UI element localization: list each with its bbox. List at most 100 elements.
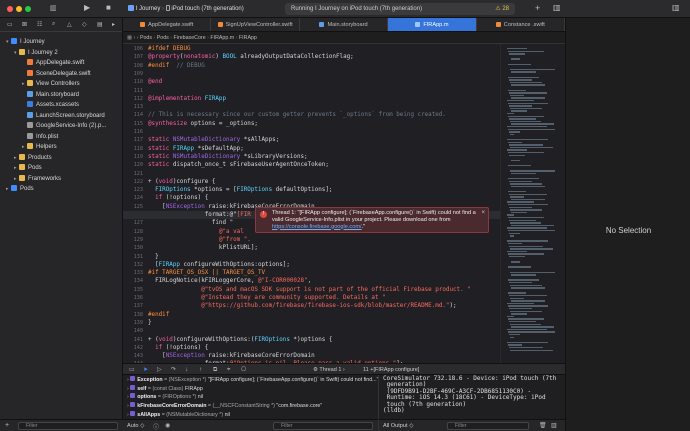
nav-item[interactable]: ▸ Frameworks	[14, 174, 61, 184]
line-number: 118	[133, 145, 143, 152]
variable-row[interactable]: › Exception = (NSException *) "[FIRApp c…	[127, 376, 378, 385]
trash-icon[interactable]: 🗑	[539, 422, 547, 429]
stop-button[interactable]: ■	[106, 3, 111, 12]
eye-icon[interactable]: ◉	[165, 422, 170, 429]
nav-item-label: Assets.xcassets	[36, 102, 80, 108]
nav-item[interactable]: ▸ Pods	[6, 184, 34, 194]
minimap-line	[509, 245, 544, 247]
editor-tab[interactable]: FIRApp.m	[388, 18, 477, 31]
debug-console[interactable]: CoreSimulator 732.18.6 - Device: iPod to…	[378, 375, 565, 419]
variable-row[interactable]: › sAllApps = (NSMutableDictionary *) nil	[127, 410, 230, 419]
scheme-selector[interactable]: I Journey › iPod touch (7th generation)	[128, 3, 280, 15]
issue-icon[interactable]: △	[67, 21, 72, 28]
nav-item[interactable]: LaunchScreen.storyboard	[22, 111, 105, 121]
plist-icon	[27, 132, 33, 139]
split-view-icon[interactable]: ▥	[551, 422, 557, 429]
editor-tab[interactable]: SignUpViewController.swift	[211, 18, 300, 31]
debug-icon[interactable]: ▤	[97, 21, 103, 28]
variables-filter-input[interactable]: Filter	[273, 422, 373, 430]
nav-item[interactable]: SceneDelegate.swift	[22, 69, 91, 79]
source-control-icon[interactable]: ⊠	[22, 21, 27, 28]
nav-item[interactable]: ▾ I Journey 2	[14, 48, 58, 58]
code-token: *sDefaultApp;	[194, 145, 244, 152]
nav-item[interactable]: Info.plist	[22, 132, 58, 142]
code-line: #if TARGET_OS_OSX || TARGET_OS_TV	[148, 269, 265, 277]
code-token: FIRApp	[172, 145, 195, 152]
minimap-line	[510, 146, 554, 149]
minimap-line	[511, 123, 555, 125]
editor-tab[interactable]: Main.storyboard	[300, 18, 389, 31]
swift-file-icon	[27, 69, 33, 76]
minimap-line	[509, 256, 526, 258]
minimap-line	[508, 76, 539, 78]
breadcrumb-item[interactable]: FIRApp.m	[210, 35, 234, 41]
add-icon[interactable]: +	[535, 3, 540, 13]
sidebar-toggle-icon[interactable]: ▥	[50, 4, 57, 12]
error-link[interactable]: https://console.firebase.google.com/	[272, 224, 362, 230]
nav-item[interactable]: ▸ Products	[14, 153, 52, 163]
minimap-line	[509, 79, 533, 81]
variable-row[interactable]: › kFirebaseCoreErrorDomain = (__NSCFCons…	[127, 402, 322, 411]
line-number: 135	[133, 286, 143, 293]
console-filter-input[interactable]: Filter	[447, 422, 529, 430]
variable-name: sAllApps	[137, 411, 161, 418]
breadcrumb-item[interactable]: FirebaseCore	[174, 35, 206, 41]
zoom-window-button[interactable]	[25, 6, 31, 12]
minimap[interactable]	[500, 44, 565, 363]
code-token: *sLibraryVersions;	[240, 153, 308, 160]
minimap-line	[509, 118, 536, 120]
minimize-window-button[interactable]	[16, 6, 22, 12]
variable-row[interactable]: › self = (const Class) FIRApp	[127, 384, 203, 394]
grid-icon[interactable]: ▦ ‹ ›	[127, 35, 140, 41]
inspectors-icon[interactable]: ▥	[672, 3, 680, 12]
code-token: dispatch_once_t sFirebaseUserAgentOnceTo…	[169, 162, 329, 169]
breadcrumb-item[interactable]: Pods	[157, 35, 169, 41]
minimap-line	[508, 63, 532, 65]
variable-row[interactable]: › options = (FIROptions *) nil	[127, 393, 203, 402]
nav-item[interactable]: GoogleService-Info (2).p...	[22, 121, 106, 131]
nav-item[interactable]: ▾ I Journey	[6, 37, 45, 47]
add-file-icon[interactable]: +	[5, 422, 9, 429]
editor-tab[interactable]: AppDelegate.swift	[123, 18, 212, 31]
minimap-line	[509, 180, 533, 182]
nav-item[interactable]: ▸ View Controllers	[22, 79, 80, 89]
nav-item[interactable]: ▸ Helpers	[22, 142, 57, 152]
code-line: kPlistURL];	[148, 244, 258, 252]
nav-item[interactable]: Assets.xcassets	[22, 100, 79, 110]
minimap-line	[508, 243, 523, 245]
variables-scope-select[interactable]: Auto ◇	[127, 421, 144, 431]
search-icon[interactable]: ⌕	[52, 21, 55, 28]
inspector-toggle-icon[interactable]: ▥	[553, 3, 561, 12]
symbol-icon[interactable]: ☷	[37, 21, 42, 28]
runtime-error-annotation[interactable]: ! Thread 1: "[FIRApp configure]; (`Fireb…	[255, 207, 489, 233]
warning-badge[interactable]: ⚠ 28	[495, 3, 509, 15]
close-window-button[interactable]	[7, 6, 13, 12]
folder-icon[interactable]: ▭	[7, 21, 13, 28]
tab-label: Constance .swift	[503, 21, 545, 28]
source-editor[interactable]: 106 107 108 109 110 111 112 113 114 115 116 117 118 1…	[123, 44, 500, 363]
line-number: 132	[133, 261, 143, 268]
editor-tab[interactable]: Constance .swift	[477, 18, 566, 31]
nav-item[interactable]: Main.storyboard	[22, 90, 79, 100]
variable-value: nil	[197, 394, 204, 401]
minimap-line	[510, 297, 525, 299]
nav-item-label: SceneDelegate.swift	[36, 70, 91, 77]
breakpoint-icon[interactable]: ▸	[112, 21, 115, 28]
nav-item[interactable]: ▸ Pods	[14, 163, 42, 173]
minimap-line	[508, 266, 532, 268]
folder-icon	[19, 164, 25, 170]
breadcrumb-item[interactable]: Pods	[140, 35, 152, 41]
output-select[interactable]: All Output ◇	[383, 421, 413, 431]
minimap-line	[508, 318, 544, 320]
close-icon[interactable]: ×	[481, 210, 485, 217]
run-button[interactable]: ▶	[84, 3, 90, 12]
navigator-filter-input[interactable]: Filter	[18, 422, 118, 430]
code-token: #endif	[148, 62, 170, 69]
breadcrumb-item[interactable]: FIRApp	[239, 35, 257, 41]
test-icon[interactable]: ◇	[82, 21, 87, 28]
status-text: Running I Journey on iPod touch (7th gen…	[291, 6, 423, 12]
file-icon	[495, 22, 501, 27]
info-icon[interactable]: ⓘ	[153, 422, 159, 431]
nav-item[interactable]: AppDelegate.swift	[22, 58, 84, 68]
